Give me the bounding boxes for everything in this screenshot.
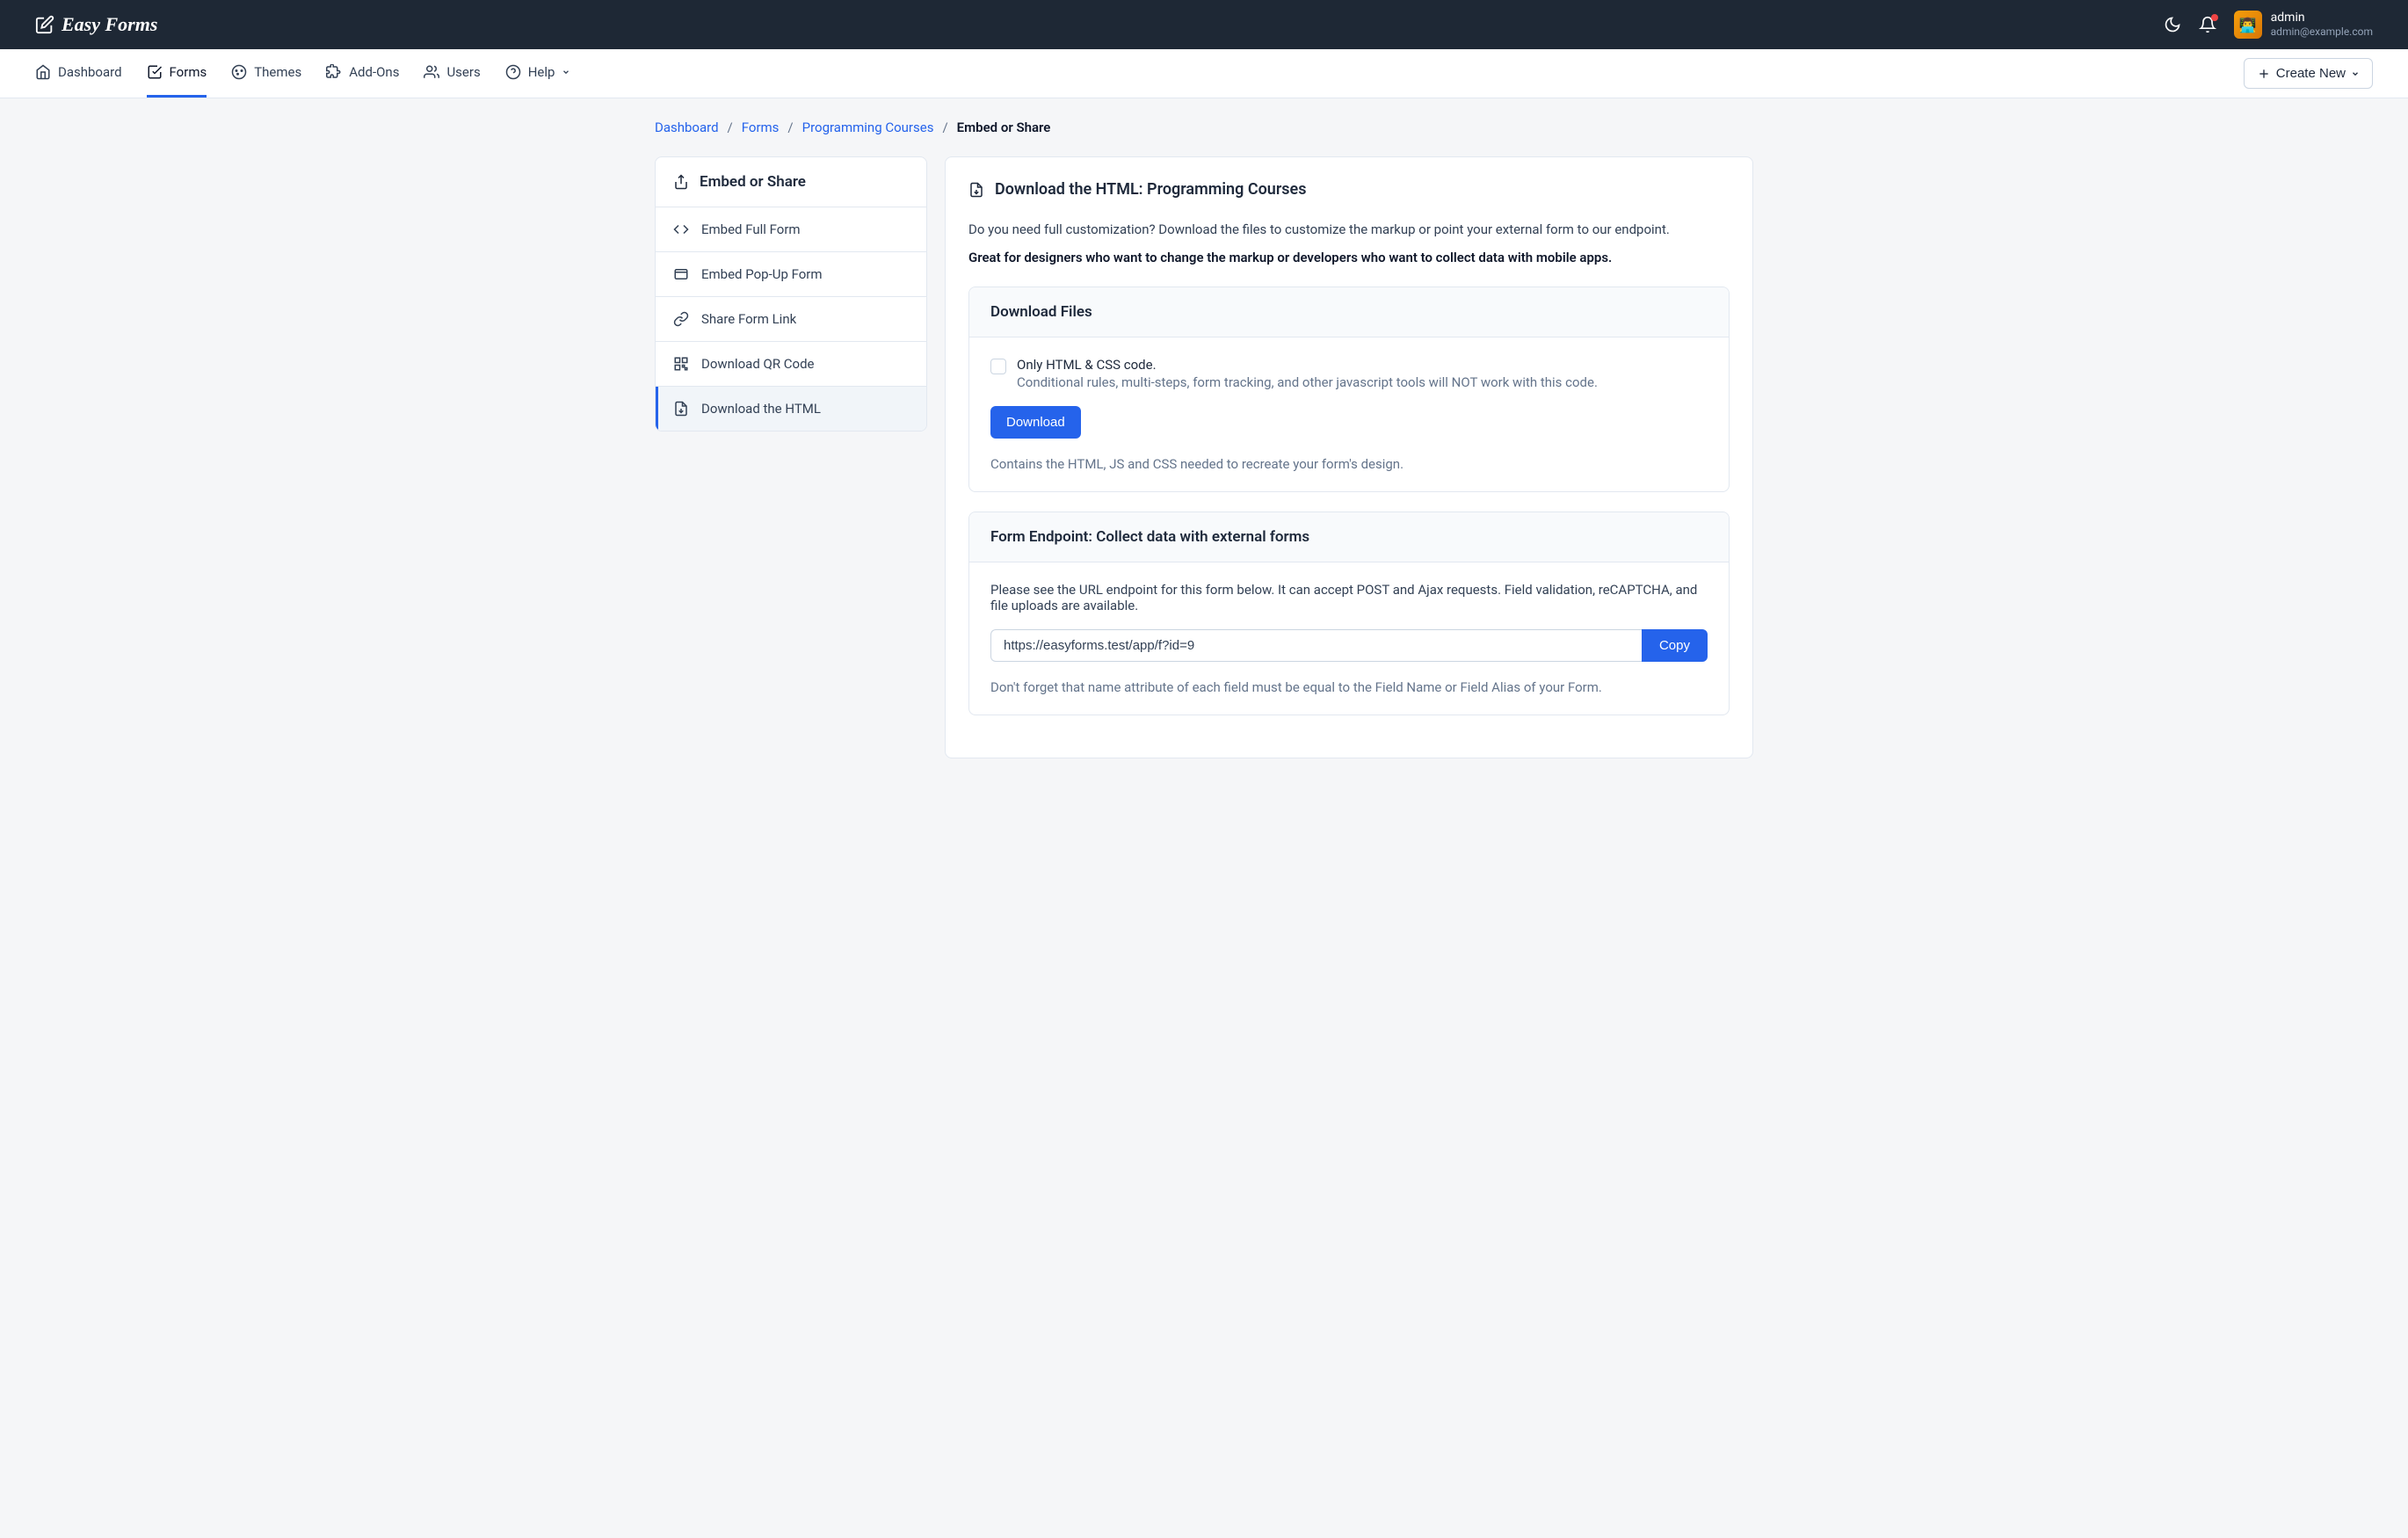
- moon-icon[interactable]: [2164, 16, 2181, 33]
- plus-icon: [2257, 67, 2271, 81]
- intro-text: Do you need full customization? Download…: [968, 221, 1730, 237]
- breadcrumb-current: Embed or Share: [957, 120, 1051, 135]
- sidebar: Embed or Share Embed Full Form Embed Pop…: [655, 156, 927, 432]
- sidebar-embed-popup[interactable]: Embed Pop-Up Form: [656, 252, 926, 297]
- window-icon: [673, 266, 689, 282]
- logo-icon: [35, 15, 54, 34]
- user-menu[interactable]: 👨‍💻 admin admin@example.com: [2234, 11, 2373, 39]
- breadcrumb: Dashboard / Forms / Programming Courses …: [655, 120, 1753, 135]
- share-icon: [673, 174, 689, 190]
- content: Download the HTML: Programming Courses D…: [945, 156, 1753, 758]
- nav-users[interactable]: Users: [424, 49, 480, 98]
- breadcrumb-course[interactable]: Programming Courses: [802, 120, 934, 135]
- only-html-css-checkbox[interactable]: [990, 359, 1006, 374]
- file-download-icon: [673, 401, 689, 417]
- download-files-card: Download Files Only HTML & CSS code. Con…: [968, 287, 1730, 492]
- endpoint-card-title: Form Endpoint: Collect data with externa…: [969, 512, 1729, 562]
- brand-name: Easy Forms: [62, 13, 157, 36]
- nav-forms[interactable]: Forms: [147, 49, 207, 98]
- user-name: admin: [2271, 11, 2373, 25]
- avatar: 👨‍💻: [2234, 11, 2262, 39]
- page-title: Download the HTML: Programming Courses: [968, 180, 1730, 199]
- palette-icon: [231, 64, 247, 80]
- endpoint-description: Please see the URL endpoint for this for…: [990, 582, 1708, 613]
- sidebar-header: Embed or Share: [656, 157, 926, 207]
- nav-dashboard[interactable]: Dashboard: [35, 49, 122, 98]
- code-icon: [673, 221, 689, 237]
- intro-bold: Great for designers who want to change t…: [968, 250, 1730, 265]
- notification-dot: [2211, 14, 2218, 21]
- user-email: admin@example.com: [2271, 25, 2373, 38]
- checkbox-label: Only HTML & CSS code.: [1017, 357, 1598, 373]
- breadcrumb-forms[interactable]: Forms: [742, 120, 780, 135]
- nav-help[interactable]: Help: [505, 49, 571, 98]
- download-hint: Contains the HTML, JS and CSS needed to …: [990, 456, 1708, 472]
- nav-addons[interactable]: Add-Ons: [326, 49, 399, 98]
- check-square-icon: [147, 64, 163, 80]
- sidebar-download-html[interactable]: Download the HTML: [656, 387, 926, 431]
- chevron-down-icon: [2351, 69, 2360, 78]
- home-icon: [35, 64, 51, 80]
- chevron-down-icon: [562, 68, 570, 76]
- puzzle-icon: [326, 64, 342, 80]
- link-icon: [673, 311, 689, 327]
- topbar: Easy Forms 👨‍💻 admin admin@example.com: [0, 0, 2408, 49]
- nav-themes[interactable]: Themes: [231, 49, 301, 98]
- form-endpoint-card: Form Endpoint: Collect data with externa…: [968, 511, 1730, 715]
- brand-logo[interactable]: Easy Forms: [35, 13, 157, 36]
- sidebar-share-link[interactable]: Share Form Link: [656, 297, 926, 342]
- file-download-icon: [968, 182, 984, 198]
- create-new-button[interactable]: Create New: [2244, 58, 2373, 89]
- navbar: Dashboard Forms Themes Add-Ons Users Hel…: [0, 49, 2408, 98]
- sidebar-embed-full[interactable]: Embed Full Form: [656, 207, 926, 252]
- download-button[interactable]: Download: [990, 406, 1081, 439]
- help-icon: [505, 64, 521, 80]
- endpoint-url-input[interactable]: [990, 629, 1642, 662]
- qr-icon: [673, 356, 689, 372]
- copy-button[interactable]: Copy: [1642, 629, 1708, 662]
- notifications-button[interactable]: [2199, 16, 2216, 33]
- breadcrumb-dashboard[interactable]: Dashboard: [655, 120, 719, 135]
- endpoint-footnote: Don't forget that name attribute of each…: [990, 679, 1708, 695]
- checkbox-hint: Conditional rules, multi-steps, form tra…: [1017, 374, 1598, 390]
- download-card-title: Download Files: [969, 287, 1729, 337]
- sidebar-qr-code[interactable]: Download QR Code: [656, 342, 926, 387]
- users-icon: [424, 64, 439, 80]
